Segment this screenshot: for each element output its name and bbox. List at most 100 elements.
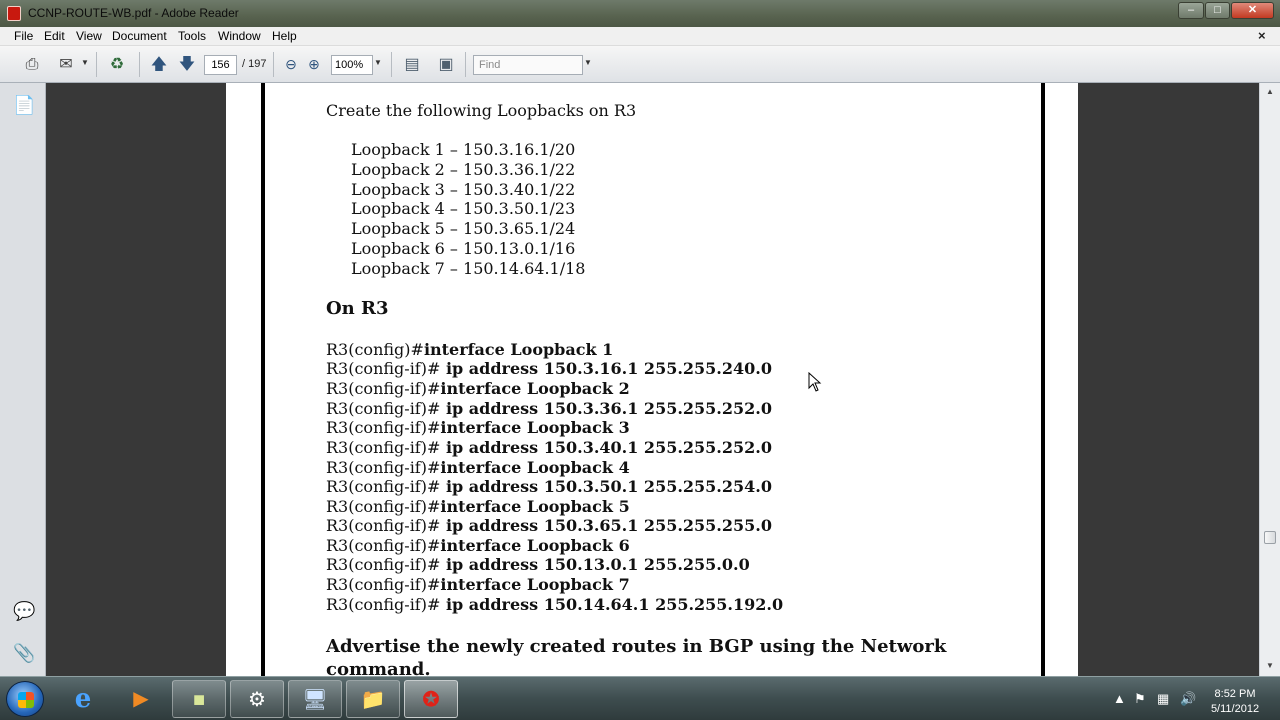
toolbar-divider xyxy=(465,52,466,77)
print-icon[interactable]: ⎙ xyxy=(21,54,43,75)
comments-icon[interactable]: 💬 xyxy=(13,601,35,623)
config-line: R3(config-if)#interface Loopback 2 xyxy=(326,379,630,398)
config-command: interface Loopback 6 xyxy=(440,536,630,555)
arrow-up-icon[interactable]: 🡅 xyxy=(148,54,170,75)
page-border-left xyxy=(261,83,265,676)
cisco-packet-tracer-icon[interactable]: ⚙ xyxy=(230,680,284,718)
document-close-icon[interactable]: × xyxy=(1258,28,1266,43)
action-center-icon[interactable]: ⚑ xyxy=(1134,691,1146,707)
remote-desktop-icon[interactable]: 🖥 xyxy=(288,680,342,718)
config-line: R3(config-if)#interface Loopback 4 xyxy=(326,458,630,477)
share-icon[interactable]: ✉ xyxy=(55,54,77,75)
zoom-in-icon[interactable]: ⊕ xyxy=(303,54,325,75)
config-prompt: R3(config-if)# xyxy=(326,379,441,398)
section-heading-r3: On R3 xyxy=(326,298,389,319)
config-prompt: R3(config-if)# xyxy=(326,359,441,378)
config-line: R3(config-if)# ip address 150.3.16.1 255… xyxy=(326,359,772,378)
toolbar-divider xyxy=(391,52,392,77)
vertical-scrollbar[interactable]: ▲ ▼ xyxy=(1259,83,1280,676)
config-command: interface Loopback 7 xyxy=(440,575,630,594)
menu-help[interactable]: Help xyxy=(272,29,297,43)
pages-icon[interactable]: 📄 xyxy=(13,95,35,117)
media-player-icon[interactable]: ▶ xyxy=(114,680,168,718)
menu-document[interactable]: Document xyxy=(112,29,167,43)
menu-window[interactable]: Window xyxy=(218,29,261,43)
menu-file[interactable]: File xyxy=(14,29,33,43)
toolbar: ⎙ ✉ ▼ ♻ 🡅 🡇 156 / 197 ⊖ ⊕ 100% ▼ ▤ ▣ Fin… xyxy=(0,46,1280,83)
config-line: R3(config-if)#interface Loopback 3 xyxy=(326,418,630,437)
fit-page-icon[interactable]: ▣ xyxy=(435,54,457,75)
attachment-icon[interactable]: 📎 xyxy=(13,643,35,665)
loopback-item: Loopback 5 – 150.3.65.1/24 xyxy=(351,219,576,238)
network-icon[interactable]: ▦ xyxy=(1157,691,1169,707)
clock-date: 5/11/2012 xyxy=(1210,703,1260,715)
config-command: ip address 150.3.65.1 255.255.255.0 xyxy=(440,516,772,535)
config-command: ip address 150.3.40.1 255.255.252.0 xyxy=(440,438,772,457)
close-button[interactable]: ✕ xyxy=(1231,2,1274,19)
config-command: interface Loopback 4 xyxy=(440,458,630,477)
config-command: interface Loopback 3 xyxy=(440,418,630,437)
adobe-reader-taskbar-icon[interactable]: ✪ xyxy=(404,680,458,718)
scroll-thumb[interactable] xyxy=(1264,531,1276,544)
config-prompt: R3(config-if)# xyxy=(326,438,441,457)
config-line: R3(config-if)# ip address 150.3.65.1 255… xyxy=(326,516,772,535)
config-prompt: R3(config-if)# xyxy=(326,497,441,516)
windows-taskbar: e ▶ ■ ⚙ 🖥 📁 ✪ ▲ ⚑ ▦ 🔊 8:52 PM 5/11/2012 xyxy=(0,676,1280,720)
menu-view[interactable]: View xyxy=(76,29,102,43)
menu-edit[interactable]: Edit xyxy=(44,29,65,43)
minimize-button[interactable]: – xyxy=(1178,2,1204,19)
section-heading-bgp-cont: command. xyxy=(326,659,431,676)
show-hidden-icons-icon[interactable]: ▲ xyxy=(1113,691,1126,706)
arrow-down-icon[interactable]: 🡇 xyxy=(176,54,198,75)
scroll-down-icon[interactable]: ▼ xyxy=(1263,659,1277,673)
page-total: / 197 xyxy=(242,58,267,70)
config-command: interface Loopback 2 xyxy=(440,379,630,398)
chevron-down-icon[interactable]: ▼ xyxy=(374,58,382,67)
config-line: R3(config)#interface Loopback 1 xyxy=(326,340,613,359)
zoom-level-input[interactable]: 100% xyxy=(331,55,373,75)
start-button[interactable] xyxy=(6,681,44,717)
page-number-input[interactable]: 156 xyxy=(204,55,237,75)
navigation-pane: 📄 💬 📎 xyxy=(0,83,46,676)
config-line: R3(config-if)# ip address 150.14.64.1 25… xyxy=(326,595,783,614)
config-command: interface Loopback 1 xyxy=(423,340,614,359)
config-prompt: R3(config-if)# xyxy=(326,536,441,555)
menu-bar: File Edit View Document Tools Window Hel… xyxy=(0,27,1280,46)
menu-tools[interactable]: Tools xyxy=(178,29,206,43)
config-prompt: R3(config-if)# xyxy=(326,555,441,574)
volume-icon[interactable]: 🔊 xyxy=(1180,691,1196,707)
config-command: ip address 150.3.50.1 255.255.254.0 xyxy=(440,477,772,496)
fit-width-icon[interactable]: ▤ xyxy=(401,54,423,75)
config-line: R3(config-if)# ip address 150.3.40.1 255… xyxy=(326,438,772,457)
config-line: R3(config-if)# ip address 150.13.0.1 255… xyxy=(326,555,750,574)
zoom-out-icon[interactable]: ⊖ xyxy=(280,54,302,75)
chevron-down-icon[interactable]: ▼ xyxy=(584,58,592,67)
config-command: ip address 150.3.16.1 255.255.240.0 xyxy=(440,359,772,378)
window-title: CCNP-ROUTE-WB.pdf - Adobe Reader xyxy=(28,6,239,20)
windows-logo-icon xyxy=(18,692,34,708)
file-explorer-icon[interactable]: 📁 xyxy=(346,680,400,718)
config-prompt: R3(config-if)# xyxy=(326,516,441,535)
taskbar-clock[interactable]: 8:52 PM 5/11/2012 xyxy=(1200,687,1270,717)
page-border-right xyxy=(1041,83,1045,676)
toolbar-divider xyxy=(139,52,140,77)
collaborate-icon[interactable]: ♻ xyxy=(106,54,128,75)
adobe-reader-icon xyxy=(7,6,21,21)
loopback-item: Loopback 7 – 150.14.64.1/18 xyxy=(351,259,586,278)
config-prompt: R3(config-if)# xyxy=(326,595,441,614)
section-heading-bgp: Advertise the newly created routes in BG… xyxy=(326,636,947,657)
find-input[interactable]: Find xyxy=(473,55,583,75)
toolbar-divider xyxy=(96,52,97,77)
chevron-down-icon[interactable]: ▼ xyxy=(81,58,89,67)
internet-explorer-icon[interactable]: e xyxy=(56,680,110,718)
config-line: R3(config-if)#interface Loopback 7 xyxy=(326,575,630,594)
toolbar-divider xyxy=(273,52,274,77)
config-prompt: R3(config-if)# xyxy=(326,458,441,477)
pdf-page: Create the following Loopbacks on R3 Loo… xyxy=(226,83,1078,676)
config-prompt: R3(config-if)# xyxy=(326,418,441,437)
config-prompt: R3(config-if)# xyxy=(326,477,441,496)
intro-text: Create the following Loopbacks on R3 xyxy=(326,101,637,120)
scroll-up-icon[interactable]: ▲ xyxy=(1263,85,1277,99)
sticky-notes-icon[interactable]: ■ xyxy=(172,680,226,718)
maximize-button[interactable]: □ xyxy=(1205,2,1230,19)
